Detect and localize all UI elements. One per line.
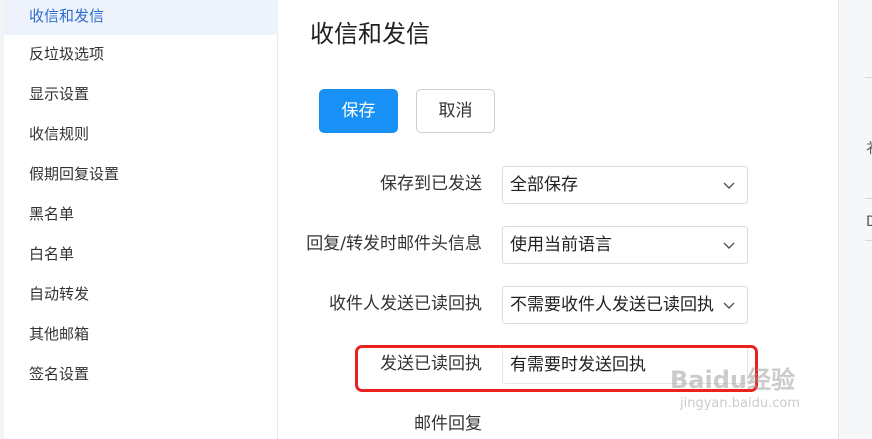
sidebar-item-signature[interactable]: 签名设置 bbox=[4, 355, 278, 393]
cancel-button[interactable]: 取消 bbox=[416, 89, 495, 133]
sidebar-item-other-mailboxes[interactable]: 其他邮箱 bbox=[4, 315, 278, 353]
sidebar-item-label: 自动转发 bbox=[29, 285, 90, 303]
sidebar-item-anti-spam[interactable]: 反垃圾选项 bbox=[4, 35, 278, 73]
divider bbox=[865, 198, 872, 199]
divider bbox=[865, 77, 872, 78]
adjacent-panel-edge: 衤 D bbox=[838, 0, 872, 439]
sidebar-item-label: 白名单 bbox=[29, 245, 75, 263]
select-value: 全部保存 bbox=[510, 175, 578, 195]
sidebar-item-label: 其他邮箱 bbox=[29, 325, 90, 343]
save-button[interactable]: 保存 bbox=[319, 89, 398, 133]
sidebar-item-auto-forward[interactable]: 自动转发 bbox=[4, 275, 278, 313]
settings-sidebar: 收信和发信 反垃圾选项 显示设置 收信规则 假期回复设置 黑名单 白名单 自动转… bbox=[4, 0, 278, 439]
sidebar-item-label: 显示设置 bbox=[29, 85, 90, 103]
sidebar-item-vacation-reply[interactable]: 假期回复设置 bbox=[4, 155, 278, 193]
mail-reply-label: 邮件回复 bbox=[414, 414, 482, 434]
truncated-text: D bbox=[866, 214, 872, 230]
settings-window: 收信和发信 反垃圾选项 显示设置 收信规则 假期回复设置 黑名单 白名单 自动转… bbox=[0, 0, 872, 439]
sidebar-item-receive-rules[interactable]: 收信规则 bbox=[4, 115, 278, 153]
select-value: 不需要收件人发送已读回执 bbox=[510, 295, 714, 315]
sidebar-item-send-receive[interactable]: 收信和发信 bbox=[4, 0, 278, 35]
sidebar-item-label: 反垃圾选项 bbox=[29, 45, 105, 63]
send-read-receipt-label: 发送已读回执 bbox=[380, 354, 482, 374]
reply-forward-header-label: 回复/转发时邮件头信息 bbox=[306, 234, 482, 254]
sidebar-item-label: 收信规则 bbox=[29, 125, 90, 143]
sidebar-item-label: 收信和发信 bbox=[29, 7, 105, 25]
sidebar-item-whitelist[interactable]: 白名单 bbox=[4, 235, 278, 273]
settings-main-panel: 收信和发信 保存 取消 保存到已发送 全部保存 回复/转发时邮件头信息 使用当前… bbox=[278, 0, 838, 439]
page-title: 收信和发信 bbox=[310, 20, 430, 48]
recipient-read-receipt-label: 收件人发送已读回执 bbox=[329, 294, 482, 314]
chevron-down-icon bbox=[723, 242, 735, 249]
sidebar-item-display[interactable]: 显示设置 bbox=[4, 75, 278, 113]
send-read-receipt-select[interactable]: 有需要时发送回执 bbox=[502, 346, 748, 384]
sidebar-item-blacklist[interactable]: 黑名单 bbox=[4, 195, 278, 233]
select-value: 使用当前语言 bbox=[510, 235, 612, 255]
chevron-down-icon bbox=[723, 182, 735, 189]
divider bbox=[865, 240, 872, 241]
save-to-sent-label: 保存到已发送 bbox=[380, 174, 482, 194]
save-to-sent-select[interactable]: 全部保存 bbox=[502, 166, 748, 204]
reply-forward-header-select[interactable]: 使用当前语言 bbox=[502, 226, 748, 264]
sidebar-item-label: 假期回复设置 bbox=[29, 165, 120, 183]
truncated-text: 衤 bbox=[866, 138, 872, 158]
recipient-read-receipt-select[interactable]: 不需要收件人发送已读回执 bbox=[502, 286, 748, 324]
sidebar-item-label: 黑名单 bbox=[29, 205, 75, 223]
sidebar-item-label: 签名设置 bbox=[29, 365, 90, 383]
select-value: 有需要时发送回执 bbox=[510, 355, 646, 375]
chevron-down-icon bbox=[723, 302, 735, 309]
